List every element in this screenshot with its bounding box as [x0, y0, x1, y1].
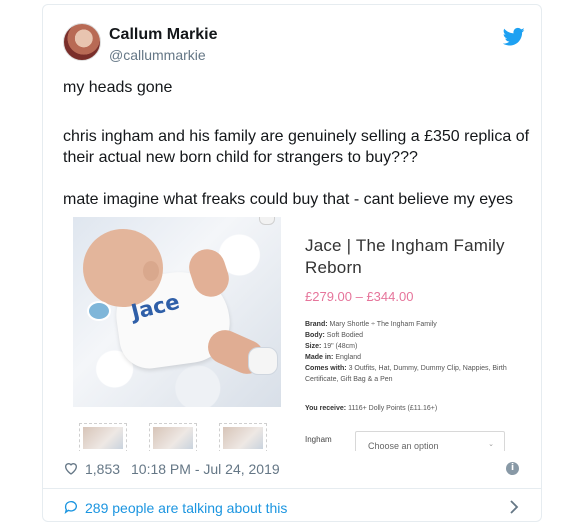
chevron-right-icon[interactable]	[509, 500, 519, 514]
baby-sock	[248, 347, 278, 375]
tweet-text-line: mate imagine what freaks could buy that …	[63, 191, 513, 208]
baby-ear	[143, 261, 159, 281]
tweet-text-line: my heads gone	[63, 79, 173, 96]
thumbnail	[219, 423, 267, 451]
divider	[43, 488, 541, 489]
author-handle[interactable]: @callummarkie	[109, 47, 206, 63]
product-photo: Jace	[73, 217, 281, 407]
option-label: Ingham	[305, 435, 332, 444]
tweet-meta: 1,853 10:18 PM - Jul 24, 2019 i	[63, 458, 533, 480]
conversation-link[interactable]: 289 people are talking about this	[63, 495, 533, 519]
tweet-timestamp[interactable]: 10:18 PM - Jul 24, 2019	[131, 461, 280, 477]
chevron-down-icon: ⌄	[488, 441, 494, 448]
avatar[interactable]	[63, 23, 101, 61]
spec-row: Size: 19" (48cm)	[305, 343, 358, 350]
attached-image[interactable]: Jace Jace | The Ingham Family Reborn £27…	[73, 215, 513, 451]
product-specs: Brand: Mary Shortle ÷ The Ingham Family …	[305, 319, 513, 385]
info-icon[interactable]: i	[506, 462, 519, 475]
product-title: Jace | The Ingham Family Reborn	[305, 236, 505, 277]
thumbnail	[79, 423, 127, 451]
heart-icon[interactable]	[63, 460, 79, 476]
comment-bubble-icon	[64, 501, 77, 514]
dolly-points: You receive: 1116+ Dolly Points (£11.16+…	[305, 405, 438, 412]
spec-row: Made in: England	[305, 354, 362, 361]
conversation-text[interactable]: 289 people are talking about this	[85, 500, 287, 516]
author-name[interactable]: Callum Markie	[109, 26, 217, 44]
tweet-text-line: chris ingham and his family are genuinel…	[63, 128, 530, 166]
select-placeholder: Choose an option	[368, 441, 439, 451]
zoom-icon	[259, 217, 275, 225]
spec-row: Body: Soft Bodied	[305, 332, 363, 339]
product-price: £279.00 – £344.00	[305, 289, 414, 304]
tweet-card: Callum Markie @callummarkie my heads gon…	[42, 4, 542, 522]
dummy-icon	[87, 301, 111, 321]
twitter-bird-icon[interactable]	[503, 27, 525, 47]
like-count[interactable]: 1,853	[85, 461, 120, 477]
option-select: Choose an option ⌄	[355, 431, 505, 451]
thumbnail	[149, 423, 197, 451]
spec-row: Comes with: 3 Outfits, Hat, Dummy, Dummy…	[305, 365, 507, 383]
spec-row: Brand: Mary Shortle ÷ The Ingham Family	[305, 321, 437, 328]
thumbnail-strip	[79, 423, 279, 451]
